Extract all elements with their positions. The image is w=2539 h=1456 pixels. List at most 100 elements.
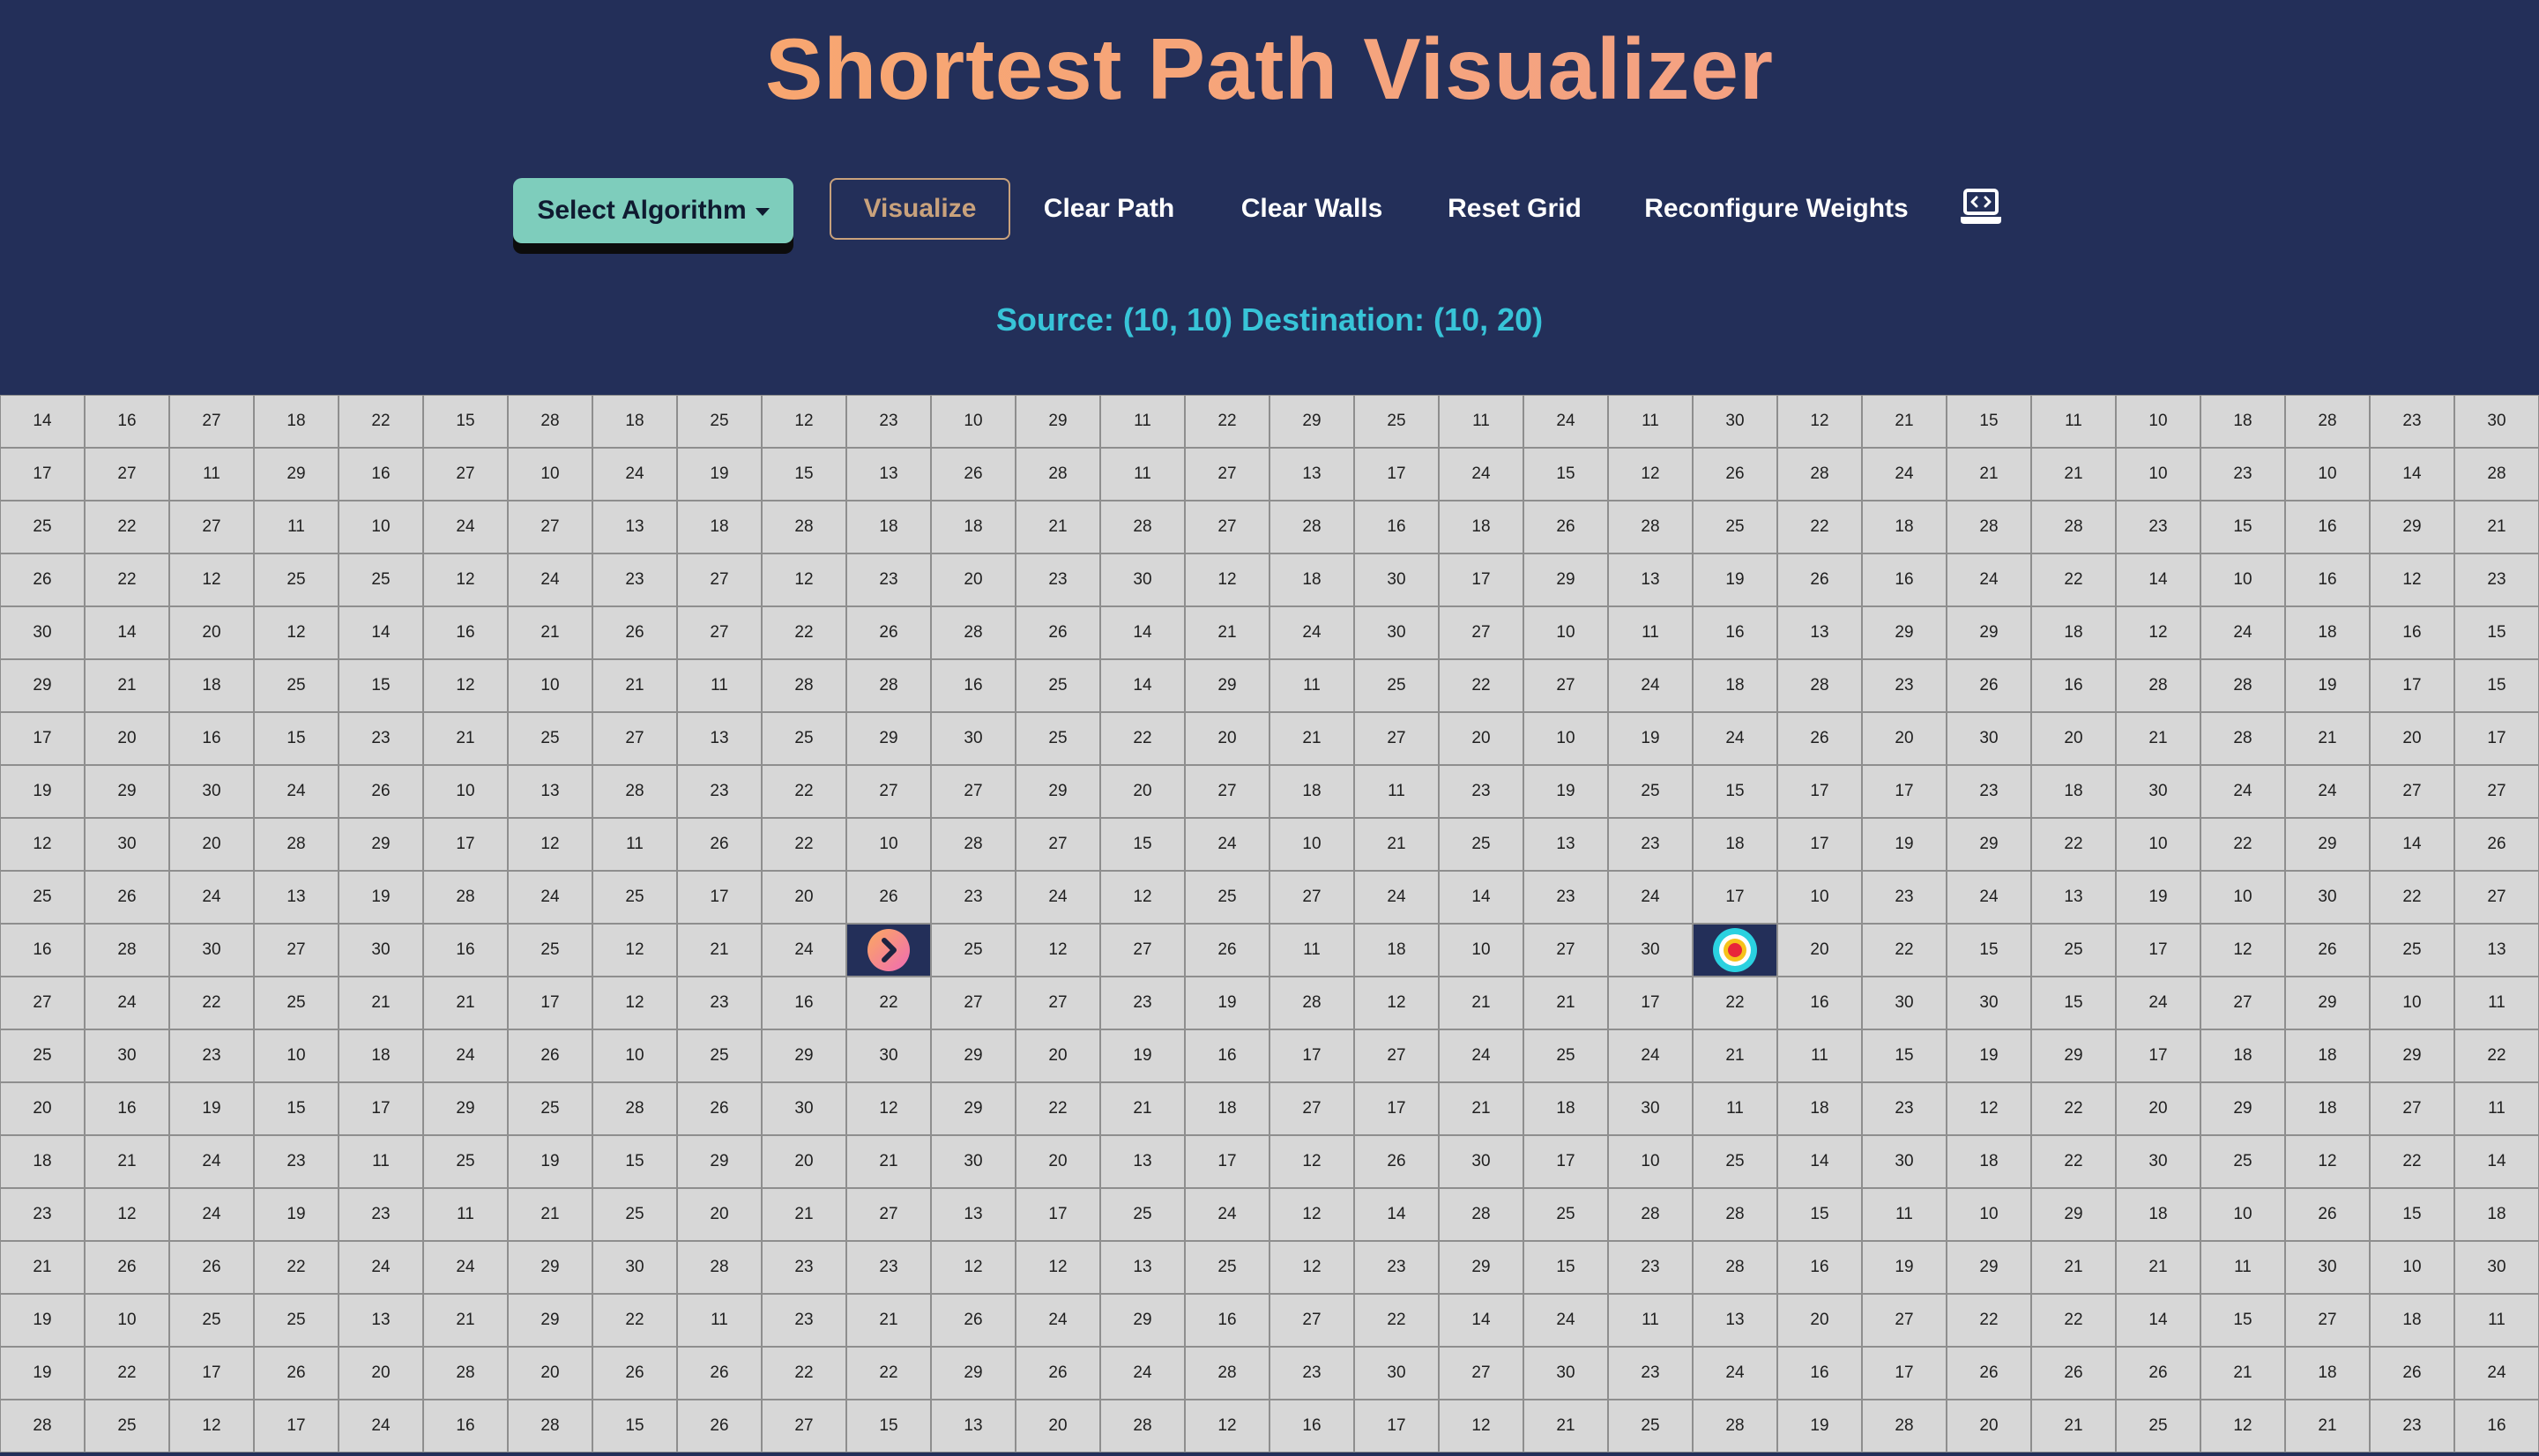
grid-cell[interactable]: 16 [931,659,1016,712]
grid-cell[interactable]: 20 [931,553,1016,606]
grid-cell[interactable]: 22 [2454,1029,2539,1082]
grid-cell[interactable]: 21 [1185,606,1270,659]
grid-cell[interactable]: 20 [1016,1135,1100,1188]
grid-cell[interactable]: 10 [2285,448,2370,501]
grid-cell[interactable]: 28 [2454,448,2539,501]
grid-cell[interactable]: 29 [0,659,85,712]
grid-cell[interactable]: 24 [1608,1029,1693,1082]
grid-cell[interactable]: 15 [2370,1188,2454,1241]
grid-cell[interactable]: 22 [2370,1135,2454,1188]
grid-cell[interactable]: 12 [592,924,677,977]
grid-cell[interactable]: 27 [931,765,1016,818]
grid-cell[interactable]: 12 [2370,553,2454,606]
grid-cell[interactable]: 30 [1100,553,1185,606]
grid-cell[interactable]: 16 [423,924,508,977]
grid-cell[interactable]: 14 [1100,606,1185,659]
grid-cell[interactable]: 26 [846,606,931,659]
grid-cell[interactable]: 23 [1439,765,1523,818]
grid-cell[interactable]: 11 [1439,395,1523,448]
grid-cell[interactable]: 28 [2285,395,2370,448]
grid-cell[interactable]: 15 [1523,1241,1608,1294]
grid-cell[interactable]: 26 [846,871,931,924]
grid-cell[interactable]: 23 [1100,977,1185,1029]
grid-cell[interactable]: 12 [1270,1241,1354,1294]
grid-cell[interactable]: 20 [677,1188,762,1241]
grid-cell[interactable]: 15 [2031,977,2116,1029]
grid-cell[interactable]: 28 [846,659,931,712]
grid-cell[interactable]: 21 [1947,448,2031,501]
grid-cell[interactable]: 19 [254,1188,339,1241]
grid-cell[interactable]: 16 [2285,553,2370,606]
grid-cell[interactable]: 26 [1016,606,1100,659]
grid-cell[interactable]: 27 [1270,1294,1354,1347]
grid-cell[interactable]: 25 [0,871,85,924]
grid-cell[interactable]: 25 [254,659,339,712]
grid-cell[interactable]: 14 [2116,553,2200,606]
grid-cell[interactable]: 29 [1185,659,1270,712]
grid-cell[interactable]: 25 [677,395,762,448]
grid-cell[interactable]: 12 [931,1241,1016,1294]
grid-cell[interactable]: 21 [1693,1029,1777,1082]
grid-cell[interactable]: 15 [592,1400,677,1452]
grid-cell[interactable]: 19 [0,1294,85,1347]
grid-cell[interactable]: 25 [1185,871,1270,924]
grid-cell[interactable]: 27 [1354,1029,1439,1082]
grid-cell[interactable]: 29 [1947,606,2031,659]
reconfigure-weights-button[interactable]: Reconfigure Weights [1640,178,1913,240]
grid-cell[interactable]: 25 [592,1188,677,1241]
grid-cell[interactable]: 12 [2200,1400,2285,1452]
grid-cell[interactable]: 30 [1862,977,1947,1029]
grid-cell[interactable]: 23 [2370,395,2454,448]
grid-cell[interactable]: 22 [846,1347,931,1400]
grid-cell[interactable]: 28 [508,1400,592,1452]
grid-cell[interactable]: 26 [2285,1188,2370,1241]
grid-cell[interactable]: 25 [508,712,592,765]
grid-cell[interactable]: 17 [2116,924,2200,977]
grid-cell[interactable]: 24 [1947,871,2031,924]
grid-cell[interactable]: 27 [846,765,931,818]
grid-cell[interactable]: 29 [1523,553,1608,606]
grid-cell[interactable]: 24 [2200,765,2285,818]
grid-cell[interactable]: 24 [2116,977,2200,1029]
grid-cell[interactable]: 21 [2031,1241,2116,1294]
grid-cell[interactable]: 16 [2285,501,2370,553]
grid-cell[interactable]: 20 [2116,1082,2200,1135]
grid-cell[interactable]: 23 [846,553,931,606]
grid-cell[interactable]: 30 [1608,1082,1693,1135]
grid-cell[interactable]: 21 [1100,1082,1185,1135]
grid-cell[interactable]: 17 [1185,1135,1270,1188]
grid-cell[interactable]: 17 [1777,765,1862,818]
grid-cell[interactable]: 27 [1016,818,1100,871]
grid-cell[interactable]: 29 [339,818,423,871]
grid-cell[interactable]: 29 [1016,765,1100,818]
grid-cell[interactable]: 10 [254,1029,339,1082]
grid-cell[interactable]: 18 [1523,1082,1608,1135]
grid-cell[interactable]: 10 [1608,1135,1693,1188]
grid-cell[interactable]: 26 [1947,1347,2031,1400]
grid-cell[interactable]: 21 [762,1188,846,1241]
grid-cell[interactable]: 29 [931,1082,1016,1135]
grid-cell[interactable]: 23 [846,1241,931,1294]
grid-cell[interactable]: 22 [846,977,931,1029]
grid-cell[interactable]: 25 [423,1135,508,1188]
grid-cell[interactable]: 19 [1947,1029,2031,1082]
grid-cell[interactable]: 17 [1354,448,1439,501]
grid-cell[interactable]: 22 [85,501,169,553]
grid-cell[interactable]: 17 [1439,553,1523,606]
grid-cell[interactable]: 19 [339,871,423,924]
grid-cell[interactable]: 26 [1016,1347,1100,1400]
grid-cell[interactable]: 23 [1523,871,1608,924]
grid-cell[interactable]: 20 [339,1347,423,1400]
grid-cell[interactable]: 28 [1693,1188,1777,1241]
grid-cell[interactable]: 30 [1693,395,1777,448]
grid-cell[interactable]: 22 [254,1241,339,1294]
grid-cell[interactable]: 28 [762,501,846,553]
grid-cell[interactable]: 22 [2200,818,2285,871]
grid-cell[interactable]: 30 [0,606,85,659]
grid-cell[interactable]: 12 [2200,924,2285,977]
grid-cell[interactable]: 24 [339,1241,423,1294]
grid-cell[interactable]: 25 [1016,659,1100,712]
grid-cell[interactable]: 26 [85,871,169,924]
grid-cell[interactable]: 15 [846,1400,931,1452]
grid-cell[interactable]: 17 [1777,818,1862,871]
